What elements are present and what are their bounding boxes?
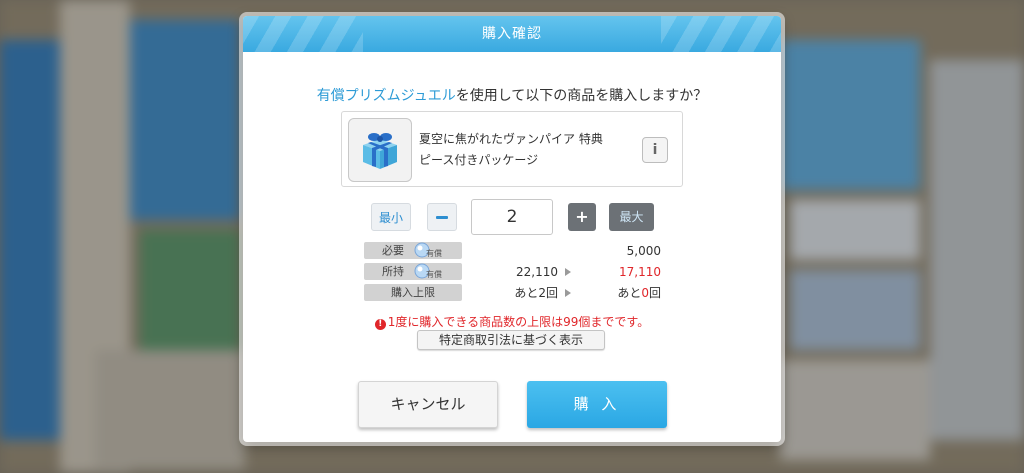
max-quantity-button[interactable]: 最大 [609, 203, 654, 231]
required-value: 5,000 [626, 244, 661, 258]
required-label-box: 必要 有償 [364, 242, 462, 259]
currency-name: 有償プリズムジュエル [316, 88, 456, 104]
purchase-limit-warning: ! 1度に購入できる商品数の上限は99個までです。 [243, 313, 781, 330]
limit-row: 購入上限 あと2回 あと0回 [243, 284, 781, 302]
limit-after: あと0回 [617, 284, 661, 302]
warning-text: 1度に購入できる商品数の上限は99個までです。 [387, 315, 650, 329]
paid-tag: 有償 [426, 270, 442, 279]
purchase-button[interactable]: 購 入 [527, 381, 667, 428]
required-label: 必要 [382, 244, 404, 257]
owned-row: 所持 有償 22,110 17,110 [243, 263, 781, 281]
commerce-law-button[interactable]: 特定商取引法に基づく表示 [417, 330, 605, 350]
quantity-selector: 最小 2 + 最大 [243, 199, 781, 235]
owned-label-box: 所持 有償 [364, 263, 462, 280]
decrement-button[interactable] [427, 203, 457, 231]
required-row: 必要 有償 5,000 [243, 242, 781, 260]
gift-box-icon [363, 133, 397, 169]
limit-after-number: 0 [641, 286, 649, 300]
dialog-title: 購入確認 [243, 16, 781, 52]
cancel-button[interactable]: キャンセル [358, 381, 498, 428]
owned-after: 17,110 [619, 265, 661, 279]
product-name: 夏空に焦がれたヴァンパイア 特典 ピース付きパッケージ [419, 129, 649, 171]
warning-icon: ! [374, 319, 386, 330]
arrow-right-icon [565, 289, 571, 297]
minus-icon [436, 216, 448, 219]
purchase-confirm-dialog: 購入確認 有償プリズムジュエルを使用して以下の商品を購入しますか？ 夏空に焦がれ… [243, 16, 781, 442]
increment-button[interactable]: + [568, 203, 596, 231]
limit-after-prefix: あと [617, 286, 642, 300]
product-name-line2: ピース付きパッケージ [419, 153, 539, 167]
arrow-right-icon [565, 268, 571, 276]
limit-after-suffix: 回 [648, 286, 661, 300]
question-text: を使用して以下の商品を購入しますか？ [455, 88, 708, 104]
owned-current: 22,110 [516, 265, 558, 279]
limit-label: 購入上限 [364, 284, 462, 301]
paid-tag: 有償 [426, 249, 442, 258]
owned-label: 所持 [382, 265, 404, 278]
product-info-button[interactable]: i [642, 137, 668, 163]
limit-current: あと2回 [514, 286, 558, 300]
min-quantity-button[interactable]: 最小 [371, 203, 411, 231]
confirm-question: 有償プリズムジュエルを使用して以下の商品を購入しますか？ [243, 85, 781, 105]
quantity-input[interactable]: 2 [471, 199, 553, 235]
product-card: 夏空に焦がれたヴァンパイア 特典 ピース付きパッケージ i [341, 111, 683, 187]
product-thumbnail [348, 118, 412, 182]
product-name-line1: 夏空に焦がれたヴァンパイア 特典 [419, 132, 603, 146]
